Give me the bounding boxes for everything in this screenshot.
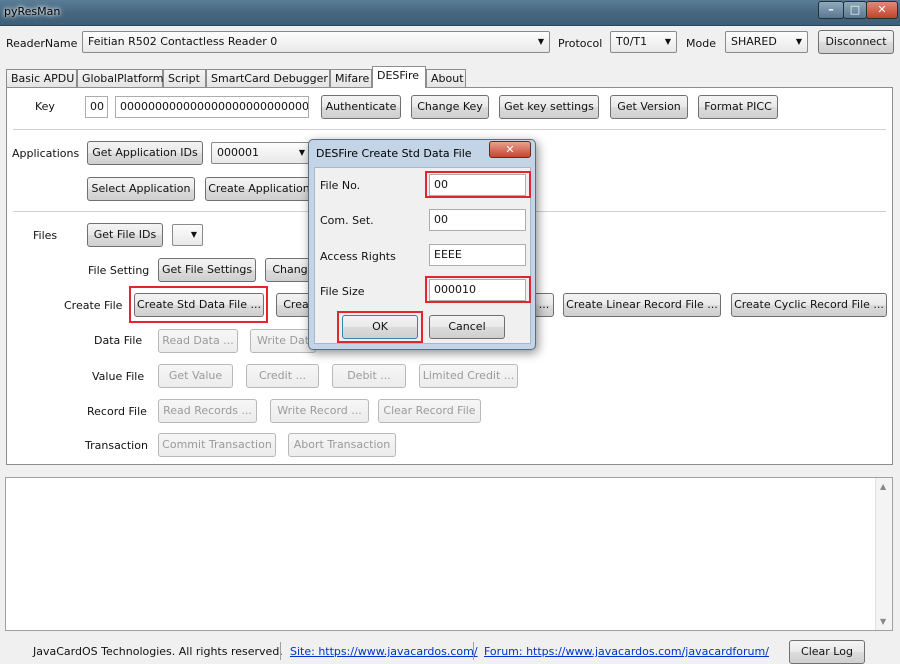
log-scrollbar[interactable]: ▲ ▼ bbox=[875, 478, 892, 630]
get-value-button[interactable]: Get Value bbox=[158, 364, 233, 388]
record-file-label: Record File bbox=[87, 405, 147, 418]
log-output[interactable]: ▲ ▼ bbox=[5, 477, 893, 631]
value-file-label: Value File bbox=[92, 370, 145, 383]
tab-smartcard-debugger[interactable]: SmartCard Debugger bbox=[206, 69, 330, 88]
maximize-button[interactable]: □ bbox=[843, 1, 867, 19]
close-button[interactable]: ✕ bbox=[866, 1, 898, 19]
get-key-settings-button[interactable]: Get key settings bbox=[499, 95, 599, 119]
forum-link[interactable]: Forum: https://www.javacardos.com/javaca… bbox=[484, 645, 769, 658]
chevron-down-icon: ▼ bbox=[190, 230, 197, 239]
access-rights-label: Access Rights bbox=[320, 250, 396, 263]
file-size-input[interactable]: 000010 bbox=[429, 279, 526, 301]
tab-desfire[interactable]: DESFire bbox=[372, 66, 426, 88]
dialog-close-icon[interactable]: ✕ bbox=[489, 141, 531, 158]
protocol-label: Protocol bbox=[558, 37, 603, 50]
reader-select-value: Feitian R502 Contactless Reader 0 bbox=[88, 35, 278, 48]
window-title: pyResMan bbox=[4, 5, 61, 18]
key-value-input[interactable]: 00000000000000000000000000000000 bbox=[115, 96, 309, 118]
protocol-select[interactable]: T0/T1 ▼ bbox=[610, 31, 677, 53]
protocol-select-value: T0/T1 bbox=[616, 35, 648, 48]
file-no-label: File No. bbox=[320, 179, 361, 192]
tab-script[interactable]: Script bbox=[163, 69, 206, 88]
change-key-button[interactable]: Change Key bbox=[411, 95, 489, 119]
get-file-ids-button[interactable]: Get File IDs bbox=[87, 223, 163, 247]
write-record-button[interactable]: Write Record ... bbox=[270, 399, 369, 423]
read-data-button[interactable]: Read Data ... bbox=[158, 329, 238, 353]
reader-select[interactable]: Feitian R502 Contactless Reader 0 ▼ bbox=[82, 31, 550, 53]
ok-button[interactable]: OK bbox=[342, 315, 418, 339]
chevron-down-icon: ▼ bbox=[664, 37, 671, 46]
application-id-select[interactable]: 000001 ▼ bbox=[211, 142, 311, 164]
read-records-button[interactable]: Read Records ... bbox=[158, 399, 257, 423]
cancel-button[interactable]: Cancel bbox=[429, 315, 505, 339]
clear-record-file-button[interactable]: Clear Record File bbox=[378, 399, 481, 423]
authenticate-button[interactable]: Authenticate bbox=[321, 95, 401, 119]
create-std-data-file-button[interactable]: Create Std Data File ... bbox=[134, 293, 264, 317]
applications-label: Applications bbox=[12, 147, 80, 160]
disconnect-button[interactable]: Disconnect bbox=[818, 30, 894, 54]
copyright-text: JavaCardOS Technologies. All rights rese… bbox=[33, 645, 283, 658]
transaction-label: Transaction bbox=[85, 439, 148, 452]
divider bbox=[280, 642, 281, 660]
credit-button[interactable]: Credit ... bbox=[246, 364, 319, 388]
data-file-label: Data File bbox=[94, 334, 143, 347]
mode-label: Mode bbox=[686, 37, 716, 50]
create-value-file-button[interactable]: ... bbox=[534, 293, 554, 317]
reader-name-label: ReaderName bbox=[6, 37, 78, 50]
divider bbox=[13, 129, 886, 130]
dialog-body: File No. 00 Com. Set. 00 Access Rights E… bbox=[314, 167, 531, 344]
site-link[interactable]: Site: https://www.javacardos.com/ bbox=[290, 645, 478, 658]
get-application-ids-button[interactable]: Get Application IDs bbox=[87, 141, 203, 165]
mode-select-value: SHARED bbox=[731, 35, 777, 48]
chevron-down-icon: ▼ bbox=[298, 148, 305, 157]
application-id-value: 000001 bbox=[217, 146, 259, 159]
access-rights-input[interactable]: EEEE bbox=[429, 244, 526, 266]
tab-globalplatform[interactable]: GlobalPlatform bbox=[77, 69, 163, 88]
write-data-button[interactable]: Write Dat bbox=[250, 329, 316, 353]
debit-button[interactable]: Debit ... bbox=[332, 364, 406, 388]
file-no-input[interactable]: 00 bbox=[429, 174, 526, 196]
create-application-button[interactable]: Create Application bbox=[205, 177, 313, 201]
files-label: Files bbox=[33, 229, 58, 242]
tab-about[interactable]: About bbox=[426, 69, 466, 88]
key-number-input[interactable]: 00 bbox=[85, 96, 108, 118]
file-setting-label: File Setting bbox=[88, 264, 150, 277]
create-linear-record-file-button[interactable]: Create Linear Record File ... bbox=[563, 293, 721, 317]
format-picc-button[interactable]: Format PICC bbox=[698, 95, 778, 119]
get-version-button[interactable]: Get Version bbox=[610, 95, 688, 119]
divider bbox=[473, 642, 474, 660]
limited-credit-button[interactable]: Limited Credit ... bbox=[419, 364, 518, 388]
abort-transaction-button[interactable]: Abort Transaction bbox=[288, 433, 396, 457]
create-cyclic-record-file-button[interactable]: Create Cyclic Record File ... bbox=[731, 293, 887, 317]
get-file-settings-button[interactable]: Get File Settings bbox=[158, 258, 256, 282]
tab-mifare[interactable]: Mifare bbox=[330, 69, 372, 88]
create-file-label: Create File bbox=[64, 299, 123, 312]
select-application-button[interactable]: Select Application bbox=[87, 177, 195, 201]
chevron-down-icon: ▼ bbox=[537, 37, 544, 46]
scroll-down-icon[interactable]: ▼ bbox=[880, 617, 886, 626]
minimize-button[interactable]: – bbox=[818, 1, 844, 19]
file-size-label: File Size bbox=[320, 285, 365, 298]
commit-transaction-button[interactable]: Commit Transaction bbox=[158, 433, 276, 457]
comm-settings-input[interactable]: 00 bbox=[429, 209, 526, 231]
key-label: Key bbox=[35, 100, 55, 113]
scroll-up-icon[interactable]: ▲ bbox=[880, 482, 886, 491]
title-bar: pyResMan – □ ✕ bbox=[0, 0, 900, 26]
mode-select[interactable]: SHARED ▼ bbox=[725, 31, 808, 53]
clear-log-button[interactable]: Clear Log bbox=[789, 640, 865, 664]
chevron-down-icon: ▼ bbox=[795, 37, 802, 46]
dialog-title: DESFire Create Std Data File bbox=[316, 147, 472, 160]
tab-basic-apdu[interactable]: Basic APDU bbox=[6, 69, 77, 88]
file-id-select[interactable]: ▼ bbox=[172, 224, 203, 246]
comm-settings-label: Com. Set. bbox=[320, 214, 374, 227]
create-std-data-file-dialog: DESFire Create Std Data File ✕ File No. … bbox=[308, 139, 536, 350]
